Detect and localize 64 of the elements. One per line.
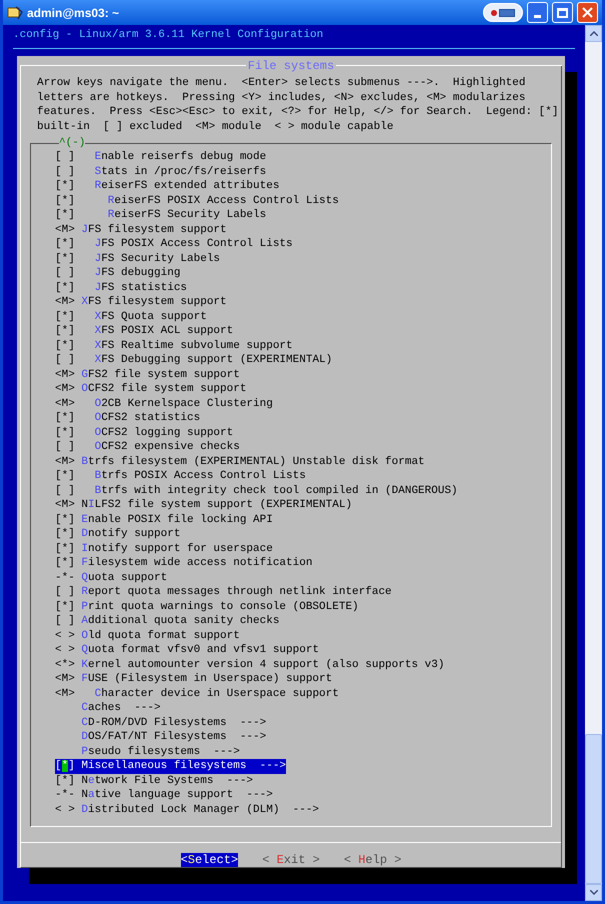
close-icon xyxy=(582,7,593,18)
scroll-thumb[interactable] xyxy=(585,734,602,884)
menu-item[interactable]: [ ] Stats in /proc/fs/reiserfs xyxy=(55,164,266,179)
dialog-button[interactable]: < Exit > xyxy=(262,853,320,867)
window-options-button[interactable] xyxy=(483,3,523,22)
menu-item[interactable]: < > Quota format vfsv0 and vfsv1 support xyxy=(55,643,320,658)
menu-item[interactable]: [ ] Additional quota sanity checks xyxy=(55,614,280,628)
menu-item[interactable]: <M> GFS2 file system support xyxy=(55,368,240,382)
window-title: admin@ms03: ~ xyxy=(27,4,120,22)
scroll-down-button[interactable] xyxy=(585,884,602,901)
minimize-button[interactable] xyxy=(527,2,548,23)
menu-item[interactable]: [*] OCFS2 logging support xyxy=(55,426,234,440)
menu-item[interactable]: [*] Filesystem wide access notification xyxy=(55,556,312,570)
menu-item[interactable]: [*] Network File Systems ---> xyxy=(55,774,254,788)
menu-item[interactable]: <M> FUSE (Filesystem in Userspace) support xyxy=(55,672,332,686)
help-text: Arrow keys navigate the menu. <Enter> selects submenus --->. Highlighted letters are hotkeys. Pressing <Y> includes, <N> excludes, <M> modularizes features. Press <Esc><Esc> to exit, <?> for Help, </> for Search. Legend: [*] built-in [ ] excluded <M> module < > module capable xyxy=(36,76,560,134)
dialog-button[interactable]: <Select> xyxy=(180,853,238,867)
menu-item[interactable]: [*] Enable POSIX file locking API xyxy=(55,512,273,527)
menu-item[interactable]: Pseudo filesystems ---> xyxy=(55,744,240,759)
menu-item[interactable]: [*] XFS Quota support xyxy=(55,310,207,324)
config-header: .config - Linux/arm 3.6.11 Kernel Configuration xyxy=(13,28,324,42)
menu-item[interactable]: [ ] Report quota messages through netlink interface xyxy=(55,585,392,600)
menu-item[interactable]: [*] Miscellaneous filesystems ---> xyxy=(55,759,286,774)
menu-item[interactable]: [*] JFS POSIX Access Control Lists xyxy=(55,237,293,252)
menu-item[interactable]: [ ] JFS debugging xyxy=(55,266,180,280)
maximize-button[interactable] xyxy=(552,2,573,23)
menu-item[interactable]: < > Old quota format support xyxy=(55,628,240,643)
scrollbar[interactable] xyxy=(585,25,602,901)
menu-item[interactable]: <M> Btrfs filesystem (EXPERIMENTAL) Unstable disk format xyxy=(55,454,425,469)
menu-item[interactable]: [*] XFS Realtime subvolume support xyxy=(55,338,293,353)
menu-item[interactable]: [*] ReiserFS extended attributes xyxy=(55,179,280,194)
menu-item[interactable]: -*- Native language support ---> xyxy=(55,788,273,802)
menu-item[interactable]: [*] XFS POSIX ACL support xyxy=(55,324,234,338)
menu-item[interactable]: <M> O2CB Kernelspace Clustering xyxy=(55,396,273,411)
menu-item[interactable]: [ ] Enable reiserfs debug mode xyxy=(55,150,266,164)
menu-item[interactable]: [*] Inotify support for userspace xyxy=(55,542,273,556)
menu-item[interactable]: [*] JFS Security Labels xyxy=(55,252,220,266)
menu-item[interactable]: [ ] XFS Debugging support (EXPERIMENTAL) xyxy=(55,353,332,368)
menu-item[interactable]: [*] JFS statistics xyxy=(55,280,188,295)
dialog-title: File systems xyxy=(246,58,336,73)
menu-item[interactable]: [ ] OCFS2 expensive checks xyxy=(55,440,240,454)
menu-item[interactable]: <M> XFS filesystem support xyxy=(55,295,227,310)
menu-item[interactable]: [*] Dnotify support xyxy=(55,527,180,542)
menu-item[interactable]: < > Distributed Lock Manager (DLM) ---> xyxy=(55,802,320,817)
menu-item[interactable]: [*] OCFS2 statistics xyxy=(55,411,200,426)
menu-item[interactable]: <M> OCFS2 file system support xyxy=(55,382,246,396)
close-button[interactable] xyxy=(577,2,598,23)
menu-item[interactable]: [*] ReiserFS Security Labels xyxy=(55,208,266,222)
menu-item[interactable]: [*] Print quota warnings to console (OBSOLETE) xyxy=(55,600,359,614)
menu-item[interactable]: -*- Quota support xyxy=(55,570,168,585)
menu-item[interactable]: CD-ROM/DVD Filesystems ---> xyxy=(55,716,266,730)
terminal-icon xyxy=(7,4,23,20)
menu-item[interactable]: [ ] Btrfs with integrity check tool compiled in (DANGEROUS) xyxy=(55,484,458,498)
menu-item[interactable]: <M> NILFS2 file system support (EXPERIMENTAL) xyxy=(55,498,352,512)
menu-item[interactable]: <M> Character device in Userspace support xyxy=(55,686,339,701)
menu-item[interactable]: DOS/FAT/NT Filesystems ---> xyxy=(55,730,266,744)
menu-item[interactable]: [*] ReiserFS POSIX Access Control Lists xyxy=(55,194,339,208)
dialog-button[interactable]: < Help > xyxy=(344,853,402,867)
scroll-indicator: ^(-) xyxy=(59,136,86,150)
scroll-up-button[interactable] xyxy=(585,25,602,42)
menu-item[interactable]: [*] Btrfs POSIX Access Control Lists xyxy=(55,469,306,484)
menu-item[interactable]: <*> Kernel automounter version 4 support (also supports v3) xyxy=(55,658,444,672)
menu-item[interactable]: <M> JFS filesystem support xyxy=(55,222,227,237)
menu-item[interactable]: Caches ---> xyxy=(55,701,161,716)
